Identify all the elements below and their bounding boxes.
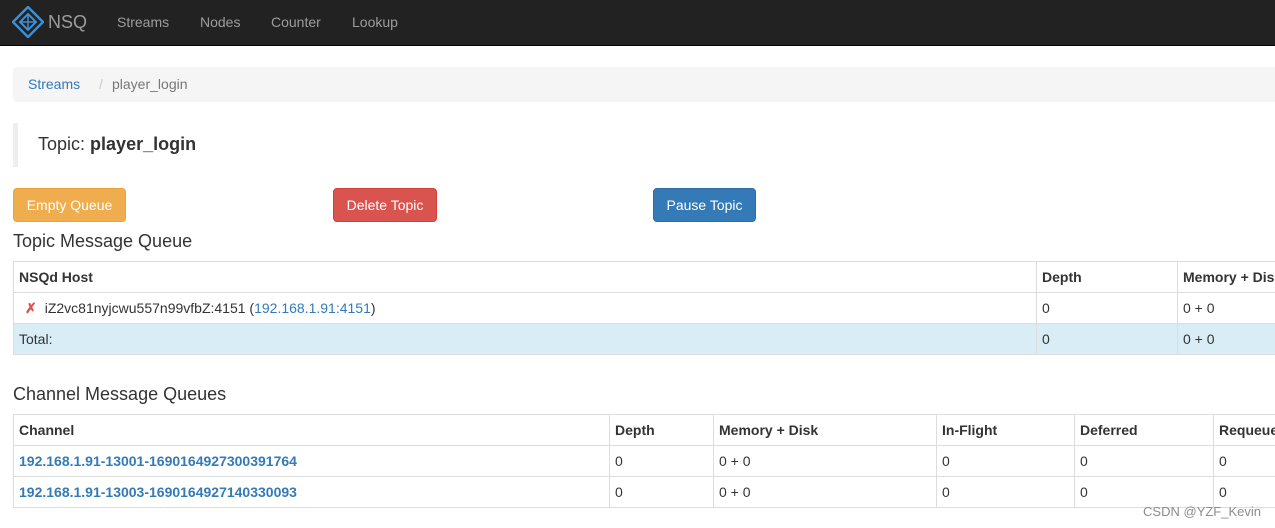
- host-address-link[interactable]: 192.168.1.91:4151: [254, 300, 371, 316]
- channel-cell: 192.168.1.91-13001-1690164927300391764: [13, 445, 610, 477]
- nav-item-counter[interactable]: Counter: [271, 13, 321, 31]
- depth-cell: 0: [1036, 292, 1178, 324]
- column-header-requeue: Requeue: [1213, 414, 1275, 446]
- column-header-depth: Depth: [609, 414, 714, 446]
- empty-queue-button[interactable]: Empty Queue: [13, 188, 126, 222]
- column-header-channel: Channel: [13, 414, 610, 446]
- channel-link[interactable]: 192.168.1.91-13003-1690164927140330093: [19, 484, 297, 500]
- deferred-cell: 0: [1074, 445, 1214, 477]
- breadcrumb-streams-link[interactable]: Streams: [28, 76, 80, 92]
- breadcrumb-separator: /: [99, 76, 103, 92]
- brand-link[interactable]: NSQ: [12, 5, 87, 39]
- total-label: Total:: [13, 323, 1037, 355]
- depth-cell: 0: [609, 476, 714, 508]
- column-header-in-flight: In-Flight: [936, 414, 1075, 446]
- total-row: Total: 0 0 + 0: [13, 323, 1275, 355]
- deferred-cell: 0: [1074, 476, 1214, 508]
- topic-queue-title: Topic Message Queue: [13, 231, 193, 251]
- column-header-host: NSQd Host: [13, 261, 1037, 293]
- breadcrumb: Streams / player_login: [13, 67, 1275, 102]
- delete-topic-button[interactable]: Delete Topic: [333, 188, 437, 222]
- channel-queues-table: Channel Depth Memory + Disk In-Flight De…: [13, 414, 1275, 508]
- requeue-cell: 0: [1213, 445, 1275, 477]
- top-navbar: NSQ Streams Nodes Counter Lookup: [0, 0, 1275, 46]
- topic-header: Topic: player_login: [13, 123, 1275, 167]
- topic-queue-table: NSQd Host Depth Memory + Dis ✗ iZ2vc81nyj…: [13, 261, 1275, 355]
- in-flight-cell: 0: [936, 476, 1075, 508]
- breadcrumb-current: player_login: [112, 76, 188, 92]
- memory-disk-cell: 0 + 0: [713, 445, 937, 477]
- memory-disk-cell: 0 + 0: [1177, 292, 1275, 324]
- table-row: ✗ iZ2vc81nyjcwu557n99vfbZ:4151 (192.168.1…: [13, 292, 1275, 324]
- brand-name: NSQ: [48, 11, 88, 32]
- requeue-cell: 0: [1213, 476, 1275, 508]
- nav-item-lookup[interactable]: Lookup: [352, 13, 398, 31]
- nav-item-streams[interactable]: Streams: [117, 13, 169, 31]
- in-flight-cell: 0: [936, 445, 1075, 477]
- host-name: iZ2vc81nyjcwu557n99vfbZ:4151: [44, 299, 246, 316]
- host-cell: ✗ iZ2vc81nyjcwu557n99vfbZ:4151 (192.168.1…: [13, 292, 1037, 324]
- column-header-depth: Depth: [1036, 261, 1178, 293]
- nav-item-nodes[interactable]: Nodes: [200, 13, 240, 31]
- watermark: CSDN @YZF_Kevin: [1143, 504, 1261, 519]
- nsq-logo-icon: [12, 6, 44, 38]
- table-header-row: NSQd Host Depth Memory + Dis: [13, 261, 1275, 293]
- column-header-memory-disk: Memory + Disk: [713, 414, 937, 446]
- memory-disk-cell: 0 + 0: [713, 476, 937, 508]
- column-header-deferred: Deferred: [1074, 414, 1214, 446]
- topic-name: player_login: [90, 134, 197, 154]
- page-title: Topic: player_login: [38, 134, 196, 155]
- depth-cell: 0: [609, 445, 714, 477]
- channel-cell: 192.168.1.91-13003-1690164927140330093: [13, 476, 610, 508]
- total-memory-disk-cell: 0 + 0: [1177, 323, 1275, 355]
- table-header-row: Channel Depth Memory + Disk In-Flight De…: [13, 414, 1275, 446]
- column-header-memory-disk: Memory + Dis: [1177, 261, 1275, 293]
- pause-topic-button[interactable]: Pause Topic: [653, 188, 756, 222]
- channel-link[interactable]: 192.168.1.91-13001-1690164927300391764: [19, 453, 297, 469]
- total-depth-cell: 0: [1036, 323, 1178, 355]
- channel-queues-title: Channel Message Queues: [13, 384, 227, 404]
- table-row: 192.168.1.91-13003-1690164927140330093 0…: [13, 476, 1275, 508]
- status-error-icon: ✗: [25, 299, 37, 316]
- table-row: 192.168.1.91-13001-1690164927300391764 0…: [13, 445, 1275, 477]
- topic-prefix: Topic:: [38, 134, 86, 154]
